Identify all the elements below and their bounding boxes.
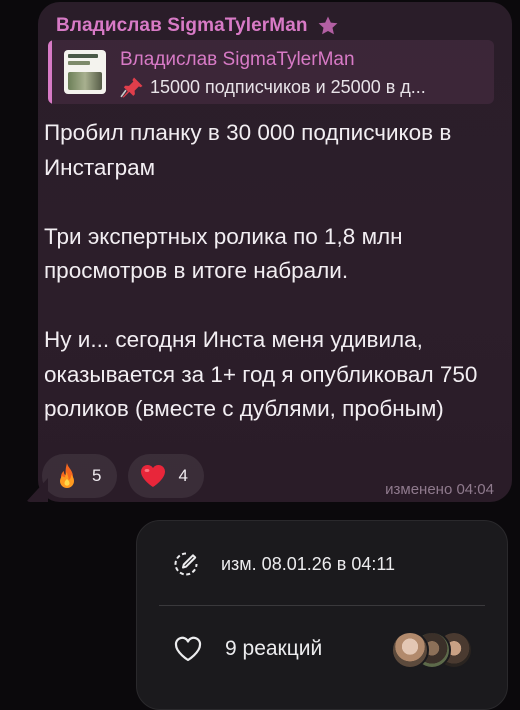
reaction-count: 4 bbox=[178, 466, 188, 485]
sender-header: Владислав SigmaTylerMan bbox=[56, 14, 340, 38]
message-paragraph: Пробил планку в 30 000 подписчиков в Инс… bbox=[44, 120, 452, 180]
divider bbox=[159, 605, 485, 606]
reply-author: Владислав SigmaTylerMan bbox=[120, 49, 355, 70]
sender-name[interactable]: Владислав SigmaTylerMan bbox=[56, 15, 308, 37]
reaction-heart[interactable]: 4 bbox=[128, 454, 204, 498]
reactions-count-text: 9 реакций bbox=[225, 637, 323, 660]
edit-history-text: изм. 08.01.26 в 04:11 bbox=[221, 553, 396, 574]
message-text: Пробил планку в 30 000 подписчиков в Инс… bbox=[44, 116, 494, 427]
message-bubble[interactable]: Владислав SigmaTylerMan Владислав SigmaT… bbox=[38, 2, 512, 502]
star-icon bbox=[318, 16, 337, 35]
reaction-count: 5 bbox=[92, 466, 102, 485]
reactions-bar: 5 4 bbox=[42, 454, 204, 498]
pushpin-icon bbox=[120, 77, 143, 98]
heart-outline-icon bbox=[174, 636, 202, 662]
reply-thumbnail bbox=[64, 50, 106, 94]
reply-accent-bar bbox=[48, 40, 52, 104]
message-info-card: изм. 08.01.26 в 04:11 9 реакций bbox=[136, 520, 508, 710]
edit-clock-icon bbox=[174, 552, 198, 576]
fire-icon bbox=[60, 463, 74, 488]
reply-text-line: 15000 подписчиков и 25000 в д... bbox=[120, 76, 490, 98]
edit-history-row[interactable]: изм. 08.01.26 в 04:11 bbox=[173, 551, 395, 577]
bubble-tail bbox=[26, 478, 48, 502]
message-paragraph: Три экспертных ролика по 1,8 млн просмот… bbox=[44, 223, 403, 284]
reply-snippet: 15000 подписчиков и 25000 в д... bbox=[150, 76, 426, 97]
edited-timestamp: изменено 04:04 bbox=[385, 481, 494, 498]
reactor-avatars[interactable] bbox=[391, 631, 481, 671]
message-paragraph: Ну и... сегодня Инста меня удивила, оказ… bbox=[44, 327, 478, 421]
reply-preview[interactable]: Владислав SigmaTylerMan 15000 подписчико… bbox=[48, 40, 494, 104]
reaction-fire[interactable]: 5 bbox=[42, 454, 118, 498]
avatar bbox=[391, 631, 429, 669]
heart-icon bbox=[141, 464, 166, 487]
reactions-row[interactable]: 9 реакций bbox=[173, 635, 322, 663]
